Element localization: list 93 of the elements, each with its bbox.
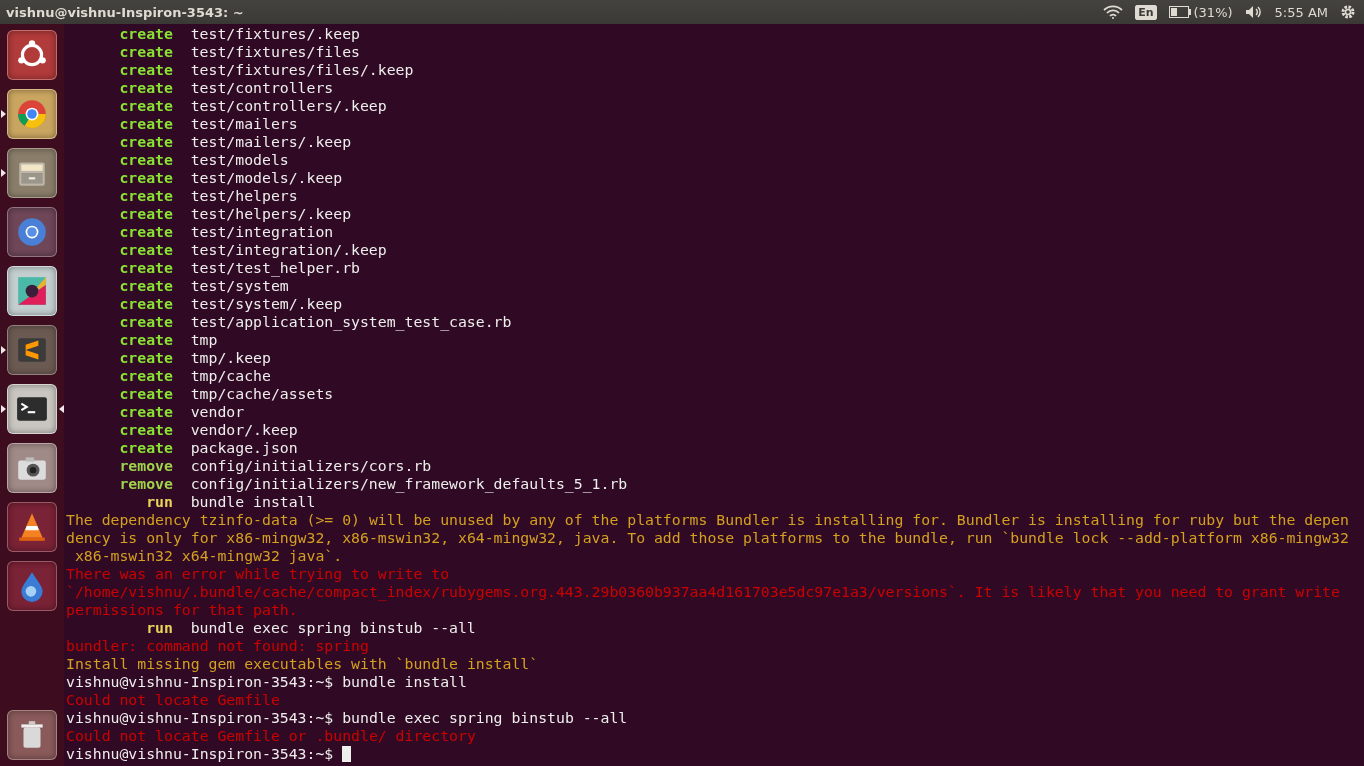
status-verb: remove — [118, 457, 173, 475]
file-path: bundle install — [190, 493, 316, 511]
file-path: test/controllers — [190, 79, 334, 97]
file-path: test/mailers/.keep — [190, 133, 352, 151]
file-path: test/system — [190, 277, 289, 295]
file-path: test/fixtures/files/.keep — [190, 61, 414, 79]
file-path: vendor — [190, 403, 245, 421]
status-verb: create — [118, 385, 173, 403]
status-verb: create — [118, 169, 173, 187]
command-text: bundle exec spring binstub --all — [342, 709, 628, 727]
launcher-item[interactable] — [7, 443, 57, 493]
browser-icon — [15, 215, 49, 249]
window-title: vishnu@vishnu-Inspiron-3543: ~ — [6, 4, 245, 20]
file-path: tmp/.keep — [190, 349, 271, 367]
volume-icon[interactable] — [1244, 5, 1263, 19]
output-line: permissions for that path. — [66, 601, 298, 619]
shell-prompt: vishnu@vishnu-Inspiron-3543:~$ — [66, 745, 334, 763]
status-verb: create — [118, 79, 173, 97]
status-verb: create — [118, 115, 173, 133]
text-cursor — [342, 746, 352, 762]
file-path: test/test_helper.rb — [190, 259, 360, 277]
shell-prompt: vishnu@vishnu-Inspiron-3543:~$ — [66, 673, 334, 691]
wifi-icon[interactable] — [1103, 5, 1124, 19]
status-verb: create — [118, 241, 173, 259]
launcher-item[interactable] — [7, 266, 57, 316]
status-verb: create — [118, 61, 173, 79]
status-verb: create — [118, 25, 173, 43]
status-verb: create — [118, 421, 173, 439]
launcher-item[interactable] — [7, 148, 57, 198]
status-verb: run — [145, 619, 173, 637]
output-line: x86-mswin32 x64-mingw32 java`. — [73, 547, 343, 565]
status-verb: create — [118, 403, 173, 421]
status-verb: remove — [118, 475, 173, 493]
file-path: config/initializers/cors.rb — [190, 457, 432, 475]
status-verb: create — [118, 295, 173, 313]
launcher-item[interactable] — [7, 561, 57, 611]
file-path: test/integration — [190, 223, 334, 241]
status-verb: create — [118, 223, 173, 241]
status-verb: create — [118, 187, 173, 205]
file-path: package.json — [190, 439, 298, 457]
battery-icon[interactable] — [1168, 6, 1191, 18]
status-verb: create — [118, 367, 173, 385]
chat-app-icon — [15, 274, 49, 308]
file-path: bundle exec spring binstub --all — [190, 619, 476, 637]
status-verb: create — [118, 151, 173, 169]
file-path: test/mailers — [190, 115, 298, 133]
file-path: tmp/cache/assets — [190, 385, 334, 403]
file-path: test/fixtures/.keep — [190, 25, 360, 43]
status-verb: create — [118, 349, 173, 367]
launcher-item[interactable] — [7, 207, 57, 257]
output-line: Could not locate Gemfile or .bundle/ directory — [66, 727, 476, 745]
keyboard-layout-indicator[interactable]: En — [1135, 4, 1157, 20]
file-path: test/application_system_test_case.rb — [190, 313, 512, 331]
file-path: test/models — [190, 151, 289, 169]
file-path: test/integration/.keep — [190, 241, 387, 259]
shell-prompt: vishnu@vishnu-Inspiron-3543:~$ — [66, 709, 334, 727]
status-verb: create — [118, 277, 173, 295]
file-path: test/controllers/.keep — [190, 97, 387, 115]
status-verb: create — [118, 43, 173, 61]
status-verb: create — [118, 439, 173, 457]
output-line: Could not locate Gemfile — [66, 691, 280, 709]
output-line: dency is only for x86-mingw32, x86-mswin32, x64-mingw32, java. To add those platforms to the bundle, run `bundle lock --add-platform x86-mingw32 — [66, 529, 1349, 547]
status-verb: create — [118, 313, 173, 331]
file-path: test/models/.keep — [190, 169, 343, 187]
status-verb: run — [145, 493, 173, 511]
status-verb: create — [118, 331, 173, 349]
output-line: `/home/vishnu/.bundle/cache/compact_index/rubygems.org.443.29b0360b937aa4d161703e5dc97e1a3/versions`. It is likely that you need to grant write — [66, 583, 1340, 601]
command-text: bundle install — [342, 673, 467, 691]
file-path: test/helpers/.keep — [190, 205, 352, 223]
file-path: test/helpers — [190, 187, 298, 205]
launcher-item[interactable] — [7, 325, 57, 375]
status-verb: create — [118, 133, 173, 151]
file-path: test/fixtures/files — [190, 43, 360, 61]
file-path: test/system/.keep — [190, 295, 343, 313]
file-path: tmp/cache — [190, 367, 271, 385]
file-path: tmp — [190, 331, 218, 349]
output-line: bundler: command not found: spring — [66, 637, 369, 655]
battery-percentage[interactable]: (31%) — [1193, 4, 1233, 20]
launcher-item[interactable] — [7, 384, 57, 434]
clock[interactable]: 5:55 AM — [1274, 4, 1328, 20]
launcher-item[interactable] — [7, 30, 57, 80]
launcher-item[interactable] — [7, 710, 57, 760]
launcher-item[interactable] — [7, 502, 57, 552]
status-verb: create — [118, 97, 173, 115]
status-verb: create — [118, 259, 173, 277]
status-verb: create — [118, 205, 173, 223]
output-line: There was an error while trying to write to — [66, 565, 450, 583]
file-path: vendor/.keep — [190, 421, 298, 439]
file-path: config/initializers/new_framework_defaults_5_1.rb — [190, 475, 628, 493]
browser-icon — [15, 97, 49, 131]
output-line: The dependency tzinfo-data (>= 0) will be unused by any of the platforms Bundler is installing for. Bundler is installing for ruby but the depen — [66, 511, 1349, 529]
settings-icon[interactable] — [1340, 4, 1356, 20]
output-line: Install missing gem executables with `bundle install` — [66, 655, 539, 673]
